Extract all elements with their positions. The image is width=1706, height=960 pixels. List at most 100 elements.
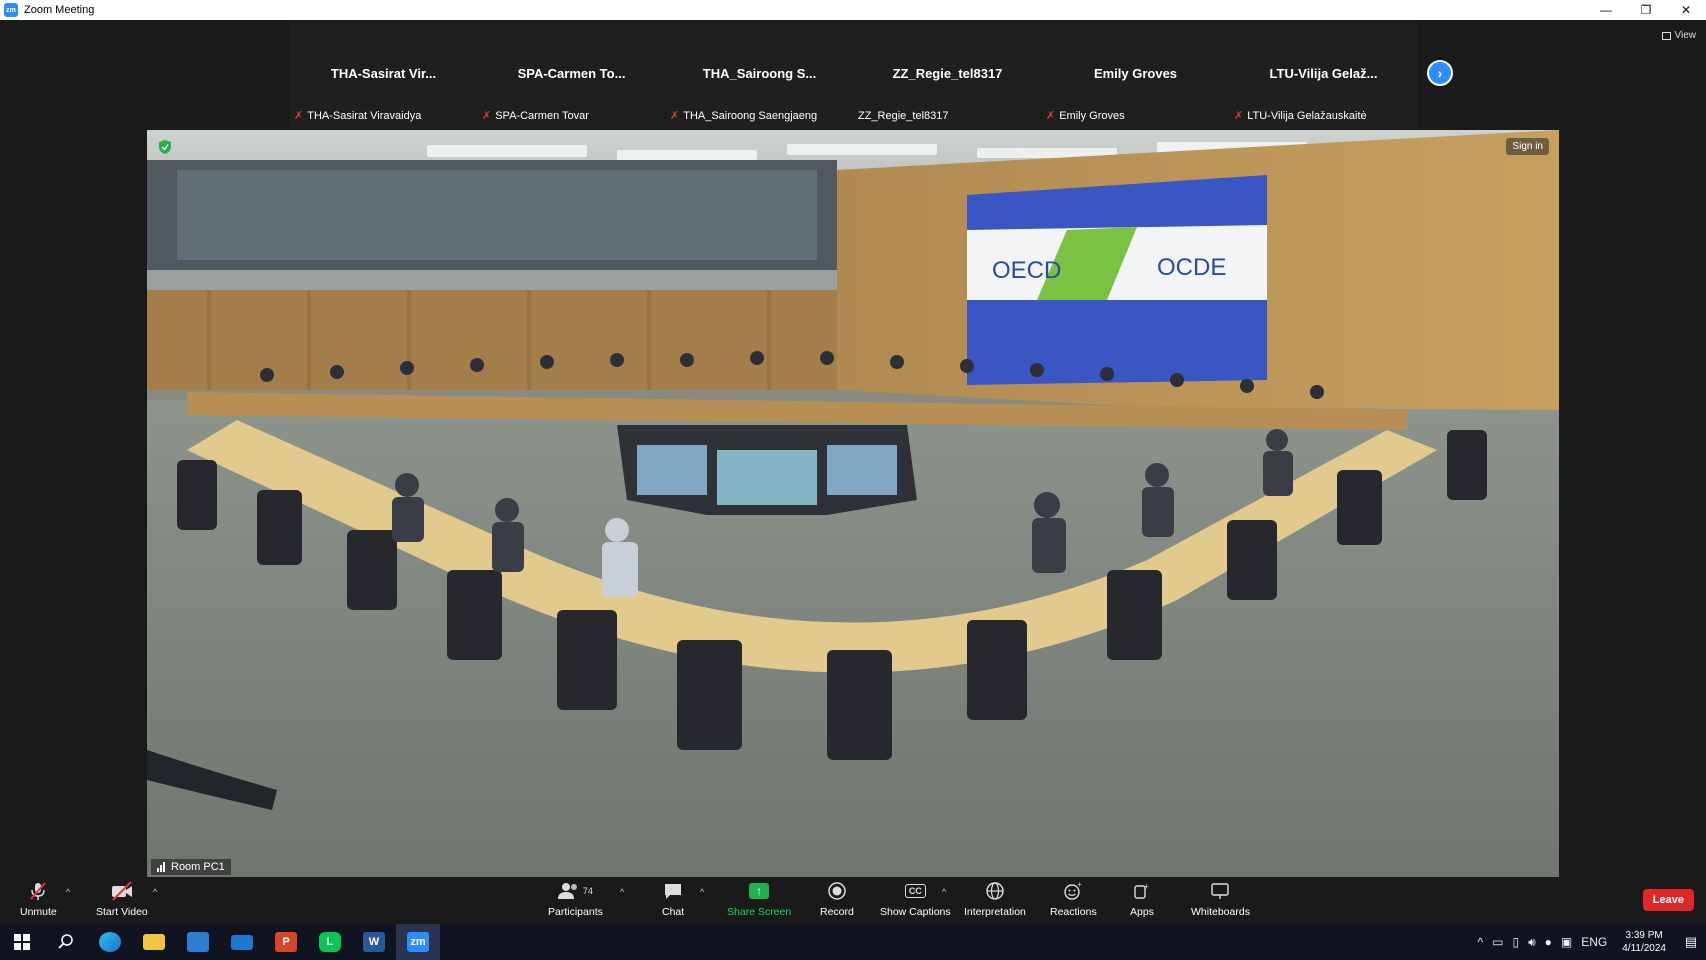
participant-label: ✗ SPA-Carmen Tovar bbox=[482, 109, 589, 123]
microphone-muted-icon bbox=[28, 880, 48, 902]
participants-label: Participants bbox=[548, 906, 603, 918]
participant-label-text: THA-Sasirat Viravaidya bbox=[307, 109, 422, 122]
system-tray: ^ ▭ ▯ 🔊︎ ● ▣ ENG 3:39 PM 4/11/2024 ▤ bbox=[1477, 924, 1706, 960]
participant-label: ✗ LTU-Vilija Gelažauskaitė bbox=[1234, 109, 1367, 123]
participant-tile[interactable]: LTU-Vilija Gelaž... ✗ LTU-Vilija Gelažausk… bbox=[1230, 20, 1417, 128]
minimize-button[interactable]: — bbox=[1586, 0, 1626, 20]
participant-tile[interactable]: SPA-Carmen To... ✗ SPA-Carmen Tovar bbox=[478, 20, 665, 128]
zoom-logo-icon: zm bbox=[4, 3, 18, 17]
language-indicator[interactable]: ENG bbox=[1581, 935, 1607, 949]
network-icon[interactable]: ▭ bbox=[1492, 935, 1503, 949]
device-icon[interactable]: ▯ bbox=[1512, 935, 1519, 949]
tray-expand-chevron-icon[interactable]: ^ bbox=[1477, 935, 1483, 949]
sign-in-button[interactable]: Sign in bbox=[1506, 138, 1549, 155]
taskbar-file-explorer[interactable] bbox=[132, 924, 176, 960]
close-window-button[interactable]: ✕ bbox=[1666, 0, 1706, 20]
restore-button[interactable]: ❐ bbox=[1626, 0, 1666, 20]
record-button[interactable]: Record bbox=[820, 880, 854, 918]
show-captions-label: Show Captions bbox=[880, 906, 951, 918]
title-bar: zm Zoom Meeting — ❐ ✕ bbox=[0, 0, 1706, 20]
volume-icon[interactable]: 🔊︎ bbox=[1528, 935, 1536, 950]
participant-name: THA-Sasirat Vir... bbox=[330, 66, 437, 81]
audio-options-chevron-icon[interactable]: ^ bbox=[66, 887, 70, 897]
participant-label-text: Emily Groves bbox=[1059, 109, 1125, 122]
chat-label: Chat bbox=[662, 906, 685, 918]
taskbar-search-button[interactable] bbox=[44, 924, 88, 960]
chevron-right-icon: › bbox=[1437, 65, 1443, 81]
main-video-feed[interactable]: OECD OCDE Sign in Room PC1 bbox=[147, 130, 1559, 877]
muted-microphone-icon: ✗ bbox=[1234, 110, 1244, 122]
unmute-button[interactable]: Unmute bbox=[20, 880, 57, 918]
clock-time: 3:39 PM bbox=[1625, 930, 1663, 941]
taskbar-powerpoint[interactable]: P bbox=[264, 924, 308, 960]
start-video-label: Start Video bbox=[96, 906, 148, 918]
window-title: Zoom Meeting bbox=[24, 4, 95, 16]
start-video-button[interactable]: Start Video bbox=[96, 880, 148, 918]
svg-text:+: + bbox=[1077, 881, 1082, 889]
view-button[interactable]: View bbox=[1661, 30, 1696, 41]
windows-logo-icon bbox=[14, 934, 30, 950]
banner-oecd-text: OECD bbox=[992, 257, 1061, 284]
muted-microphone-icon: ✗ bbox=[482, 110, 492, 122]
participant-label: ZZ_Regie_tel8317 bbox=[858, 110, 949, 122]
taskbar-store[interactable] bbox=[176, 924, 220, 960]
muted-microphone-icon: ✗ bbox=[670, 110, 680, 122]
windows-start-button[interactable] bbox=[0, 924, 44, 960]
reactions-button[interactable]: + Reactions bbox=[1050, 880, 1097, 918]
taskbar-line[interactable]: L bbox=[308, 924, 352, 960]
reactions-label: Reactions bbox=[1050, 906, 1097, 918]
interpretation-button[interactable]: Interpretation bbox=[964, 880, 1026, 918]
participant-tile[interactable]: THA_Sairoong S... ✗ THA_Sairoong Saengjaen… bbox=[666, 20, 853, 128]
video-options-chevron-icon[interactable]: ^ bbox=[153, 887, 157, 897]
taskbar-clock[interactable]: 3:39 PM 4/11/2024 bbox=[1622, 929, 1666, 955]
taskbar-mail[interactable] bbox=[220, 924, 264, 960]
encryption-shield-icon bbox=[159, 140, 171, 154]
participants-options-chevron-icon[interactable]: ^ bbox=[620, 887, 624, 897]
whiteboards-button[interactable]: Whiteboards bbox=[1191, 880, 1250, 918]
next-page-button[interactable]: › bbox=[1427, 60, 1453, 86]
apps-button[interactable]: + Apps bbox=[1130, 880, 1154, 918]
taskbar-word[interactable]: W bbox=[352, 924, 396, 960]
smiley-icon: + bbox=[1063, 880, 1083, 902]
participant-tile[interactable]: Emily Groves ✗ Emily Groves bbox=[1042, 20, 1229, 128]
show-captions-button[interactable]: CC Show Captions bbox=[880, 880, 951, 918]
taskbar-edge[interactable] bbox=[88, 924, 132, 960]
meeting-toolbar: Unmute ^ Start Video ^ 74 Participants ^… bbox=[0, 877, 1706, 924]
captions-options-chevron-icon[interactable]: ^ bbox=[942, 887, 946, 897]
taskbar-zoom[interactable]: zm bbox=[396, 924, 440, 960]
room-name-label: Room PC1 bbox=[151, 859, 231, 875]
mail-envelope-icon bbox=[231, 934, 253, 950]
participant-name: THA_Sairoong S... bbox=[702, 66, 817, 81]
interpretation-label: Interpretation bbox=[964, 906, 1026, 918]
store-bag-icon bbox=[187, 932, 209, 952]
microphone-tray-icon[interactable]: ● bbox=[1545, 935, 1552, 949]
whiteboard-icon bbox=[1210, 880, 1230, 902]
participants-icon: 74 bbox=[557, 880, 593, 902]
leave-button[interactable]: Leave bbox=[1642, 889, 1694, 911]
word-icon: W bbox=[363, 932, 385, 952]
chat-options-chevron-icon[interactable]: ^ bbox=[700, 887, 704, 897]
security-tray-icon[interactable]: ▣ bbox=[1561, 935, 1572, 949]
captions-icon: CC bbox=[904, 880, 926, 902]
participant-label-text: SPA-Carmen Tovar bbox=[495, 109, 589, 122]
participant-tile[interactable]: ZZ_Regie_tel8317 ZZ_Regie_tel8317 bbox=[854, 20, 1041, 128]
participant-name: ZZ_Regie_tel8317 bbox=[892, 66, 1003, 81]
participant-tile[interactable]: THA-Sasirat Vir... ✗ THA-Sasirat Viravaidy… bbox=[290, 20, 477, 128]
share-screen-button[interactable]: ↑ Share Screen bbox=[727, 880, 791, 918]
apps-icon: + bbox=[1133, 880, 1151, 902]
zoom-app-window: zm Zoom Meeting — ❐ ✕ THA-Sasirat Vir...… bbox=[0, 0, 1706, 960]
chat-button[interactable]: Chat bbox=[662, 880, 684, 918]
globe-icon bbox=[985, 880, 1005, 902]
line-app-icon: L bbox=[319, 932, 341, 952]
share-screen-icon: ↑ bbox=[749, 880, 770, 902]
participants-button[interactable]: 74 Participants bbox=[548, 880, 603, 918]
window-controls: — ❐ ✕ bbox=[1586, 0, 1706, 20]
zoom-taskbar-icon: zm bbox=[407, 932, 429, 952]
record-icon bbox=[828, 880, 846, 902]
svg-text:+: + bbox=[1144, 882, 1149, 891]
muted-microphone-icon: ✗ bbox=[1046, 110, 1056, 122]
notification-center-icon[interactable]: ▤ bbox=[1676, 924, 1706, 960]
edge-browser-icon bbox=[99, 932, 121, 952]
clock-date: 4/11/2024 bbox=[1622, 943, 1666, 954]
participant-label-text: LTU-Vilija Gelažauskaitė bbox=[1247, 109, 1367, 122]
